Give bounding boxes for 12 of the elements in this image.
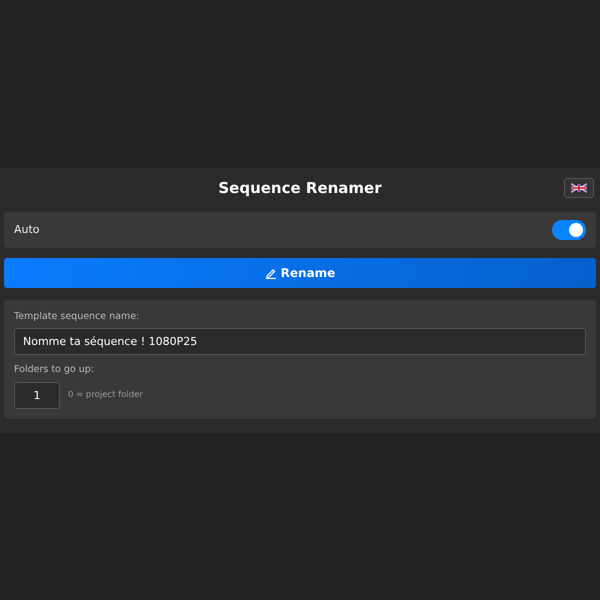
auto-toggle[interactable] [552, 220, 586, 240]
language-button[interactable] [564, 178, 594, 198]
folders-field[interactable]: 1 [14, 382, 60, 408]
template-name-field[interactable]: Nomme ta séquence ! 1080P25 [14, 328, 586, 356]
flag-icon [571, 183, 587, 193]
hint-text: 0 = project folder [68, 388, 143, 402]
auto-label: Auto [14, 222, 40, 238]
pencil-icon [264, 267, 277, 279]
field-label: Template sequence name: [14, 310, 140, 324]
app-title: Sequence Renamer [218, 178, 382, 199]
rename-button[interactable]: Rename [4, 258, 596, 288]
field-label: Folders to go up: [14, 363, 95, 378]
